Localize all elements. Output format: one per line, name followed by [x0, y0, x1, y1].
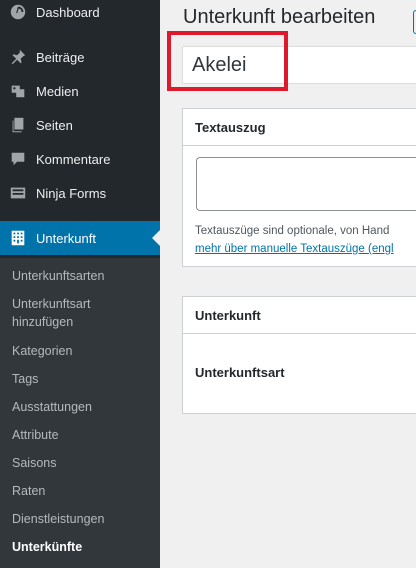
pin-icon [8, 47, 28, 67]
submenu-item-tags[interactable]: Tags [12, 370, 152, 388]
main-content: Unterkunft bearbeiten Textauszug Textaus… [160, 0, 416, 568]
submenu-item-saisons[interactable]: Saisons [12, 454, 152, 472]
unterkunftsart-label: Unterkunftsart [195, 365, 285, 380]
media-icon [8, 81, 28, 101]
sidebar-item-label: Kommentare [36, 151, 111, 167]
submenu-item-attribute[interactable]: Attribute [12, 426, 152, 444]
sidebar-item-dashboard[interactable]: Dashboard [0, 0, 160, 29]
comment-icon [8, 149, 28, 169]
building-icon [8, 228, 28, 248]
submenu-item-raten[interactable]: Raten [12, 482, 152, 500]
unterkunft-metabox: Unterkunft Unterkunftsart [182, 296, 416, 414]
sidebar-item-label: Medien [36, 83, 79, 99]
forms-icon [8, 183, 28, 203]
sidebar-item-label: Unterkunft [36, 230, 96, 246]
excerpt-heading[interactable]: Textauszug [183, 109, 416, 146]
submenu-item-dienstleistungen[interactable]: Dienstleistungen [12, 510, 152, 528]
admin-sidebar: Dashboard Beiträge Medien Seiten Komment… [0, 0, 160, 568]
sidebar-item-medien[interactable]: Medien [0, 74, 160, 108]
page-title: Unterkunft bearbeiten [183, 6, 376, 28]
submenu-item-unterkunftsarten[interactable]: Unterkunftsarten [12, 267, 152, 285]
dashboard-icon [8, 2, 28, 22]
submenu: Unterkunftsarten Unterkunftsart hinzufüg… [0, 258, 160, 568]
submenu-item-unterkuenfte[interactable]: Unterkünfte [12, 538, 152, 556]
excerpt-help-link[interactable]: mehr über manuelle Textauszüge (engl [195, 243, 394, 255]
post-title-input[interactable] [182, 46, 416, 84]
sidebar-item-label: Ninja Forms [36, 185, 107, 201]
submenu-item-ausstattungen[interactable]: Ausstattungen [12, 398, 152, 416]
excerpt-textarea[interactable] [196, 157, 416, 211]
excerpt-metabox: Textauszug Textauszüge sind optionale, v… [182, 108, 416, 267]
sidebar-item-label: Dashboard [36, 4, 100, 20]
excerpt-help-text: Textauszüge sind optionale, von Hand [195, 225, 390, 237]
pages-icon [8, 115, 28, 135]
sidebar-item-label: Beiträge [36, 49, 85, 65]
sidebar-item-label: Seiten [36, 117, 73, 133]
sidebar-item-ninja-forms[interactable]: Ninja Forms [0, 176, 160, 210]
sidebar-item-seiten[interactable]: Seiten [0, 108, 160, 142]
submenu-item-unterkunftsart-hinzufuegen[interactable]: Unterkunftsart hinzufügen [12, 295, 152, 331]
unterkunft-heading[interactable]: Unterkunft [183, 297, 416, 334]
excerpt-help: Textauszüge sind optionale, von Hand meh… [195, 222, 416, 258]
sidebar-item-beitraege[interactable]: Beiträge [0, 40, 160, 74]
sidebar-item-unterkunft[interactable]: Unterkunft [0, 221, 160, 255]
submenu-item-kategorien[interactable]: Kategorien [12, 342, 152, 360]
sidebar-item-kommentare[interactable]: Kommentare [0, 142, 160, 176]
